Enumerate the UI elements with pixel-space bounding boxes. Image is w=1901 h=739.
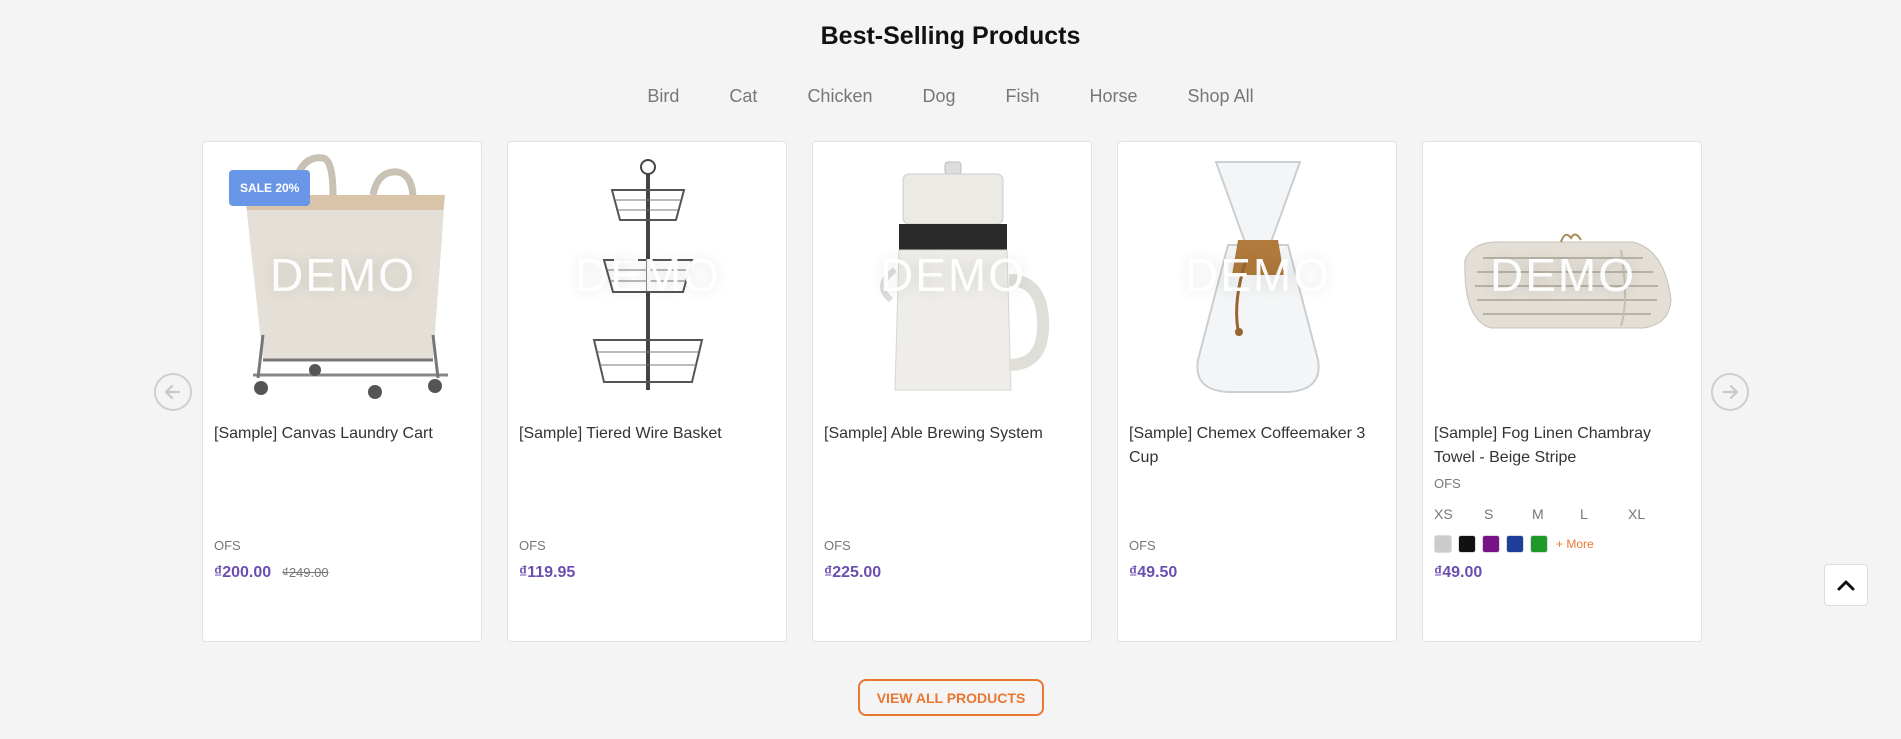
product-name[interactable]: [Sample] Chemex Coffeemaker 3 Cup xyxy=(1129,422,1385,470)
size-l[interactable]: L xyxy=(1580,506,1628,522)
view-all-products-button[interactable]: VIEW ALL PRODUCTS xyxy=(858,679,1044,716)
tab-cat[interactable]: Cat xyxy=(704,86,782,107)
size-s[interactable]: S xyxy=(1484,506,1532,522)
product-old-price: ₫249.00 xyxy=(282,565,329,580)
product-image[interactable]: DEMO xyxy=(518,150,778,400)
wire-basket-image xyxy=(592,159,704,390)
arrow-right-icon xyxy=(1722,384,1739,400)
sale-badge: SALE 20% xyxy=(229,170,311,206)
tab-horse[interactable]: Horse xyxy=(1065,86,1163,107)
product-image[interactable]: DEMO xyxy=(1128,150,1388,400)
product-card[interactable]: DEMO [Sample] Tiered Wire Basket OFS ₫11… xyxy=(507,141,787,642)
size-xs[interactable]: XS xyxy=(1434,506,1484,522)
swatch-light-gray[interactable] xyxy=(1434,535,1452,553)
tab-bird[interactable]: Bird xyxy=(622,86,704,107)
product-brand: OFS xyxy=(519,538,546,553)
product-card[interactable]: SALE 20% DEMO [Sample] Canvas Laundry Ca… xyxy=(202,141,482,642)
price-row: ₫49.50 xyxy=(1129,564,1177,582)
product-brand: OFS xyxy=(1129,538,1156,553)
arrow-left-icon xyxy=(164,384,181,400)
carousel-prev-button[interactable] xyxy=(154,373,192,411)
tab-shop-all[interactable]: Shop All xyxy=(1163,86,1279,107)
tab-dog[interactable]: Dog xyxy=(897,86,980,107)
product-card[interactable]: DEMO [Sample] Chemex Coffeemaker 3 Cup O… xyxy=(1117,141,1397,642)
brewing-system-image xyxy=(880,161,1050,391)
price-row: ₫200.00 ₫249.00 xyxy=(214,564,329,582)
product-card[interactable]: DEMO [Sample] Able Brewing System OFS ₫2… xyxy=(812,141,1092,642)
product-price: ₫200.00 xyxy=(214,564,272,581)
category-tabs: Bird Cat Chicken Dog Fish Horse Shop All xyxy=(0,86,1901,107)
chevron-up-icon xyxy=(1837,580,1855,591)
chemex-image xyxy=(1196,161,1320,393)
product-price: ₫225.00 xyxy=(824,564,882,581)
product-brand: OFS xyxy=(824,538,851,553)
tab-chicken[interactable]: Chicken xyxy=(782,86,897,107)
swatch-green[interactable] xyxy=(1530,535,1548,553)
size-options: XS S M L XL xyxy=(1434,506,1668,522)
product-carousel: SALE 20% DEMO [Sample] Canvas Laundry Ca… xyxy=(202,141,1702,642)
size-m[interactable]: M xyxy=(1532,506,1580,522)
price-row: ₫225.00 xyxy=(824,564,881,582)
price-row: ₫49.00 xyxy=(1434,564,1482,582)
more-swatches-link[interactable]: + More xyxy=(1556,537,1594,551)
product-card[interactable]: DEMO [Sample] Fog Linen Chambray Towel -… xyxy=(1422,141,1702,642)
price-row: ₫119.95 xyxy=(519,564,575,582)
product-name[interactable]: [Sample] Fog Linen Chambray Towel - Beig… xyxy=(1434,422,1690,470)
swatch-black[interactable] xyxy=(1458,535,1476,553)
tab-fish[interactable]: Fish xyxy=(981,86,1065,107)
product-price: ₫49.50 xyxy=(1129,564,1178,581)
product-brand: OFS xyxy=(1434,476,1461,491)
product-price: ₫119.95 xyxy=(519,564,576,581)
product-name[interactable]: [Sample] Tiered Wire Basket xyxy=(519,422,775,446)
swatch-purple[interactable] xyxy=(1482,535,1500,553)
product-name[interactable]: [Sample] Canvas Laundry Cart xyxy=(214,422,470,446)
color-swatches: + More xyxy=(1434,535,1594,553)
product-price: ₫49.00 xyxy=(1434,564,1483,581)
size-xl[interactable]: XL xyxy=(1628,506,1668,522)
product-image[interactable]: DEMO xyxy=(823,150,1083,400)
carousel-next-button[interactable] xyxy=(1711,373,1749,411)
section-title: Best-Selling Products xyxy=(820,22,1081,50)
swatch-blue[interactable] xyxy=(1506,535,1524,553)
back-to-top-button[interactable] xyxy=(1824,564,1868,606)
linen-towel-image xyxy=(1464,233,1672,329)
product-brand: OFS xyxy=(214,538,241,553)
product-image[interactable]: DEMO xyxy=(1433,150,1693,400)
product-name[interactable]: [Sample] Able Brewing System xyxy=(824,422,1080,446)
